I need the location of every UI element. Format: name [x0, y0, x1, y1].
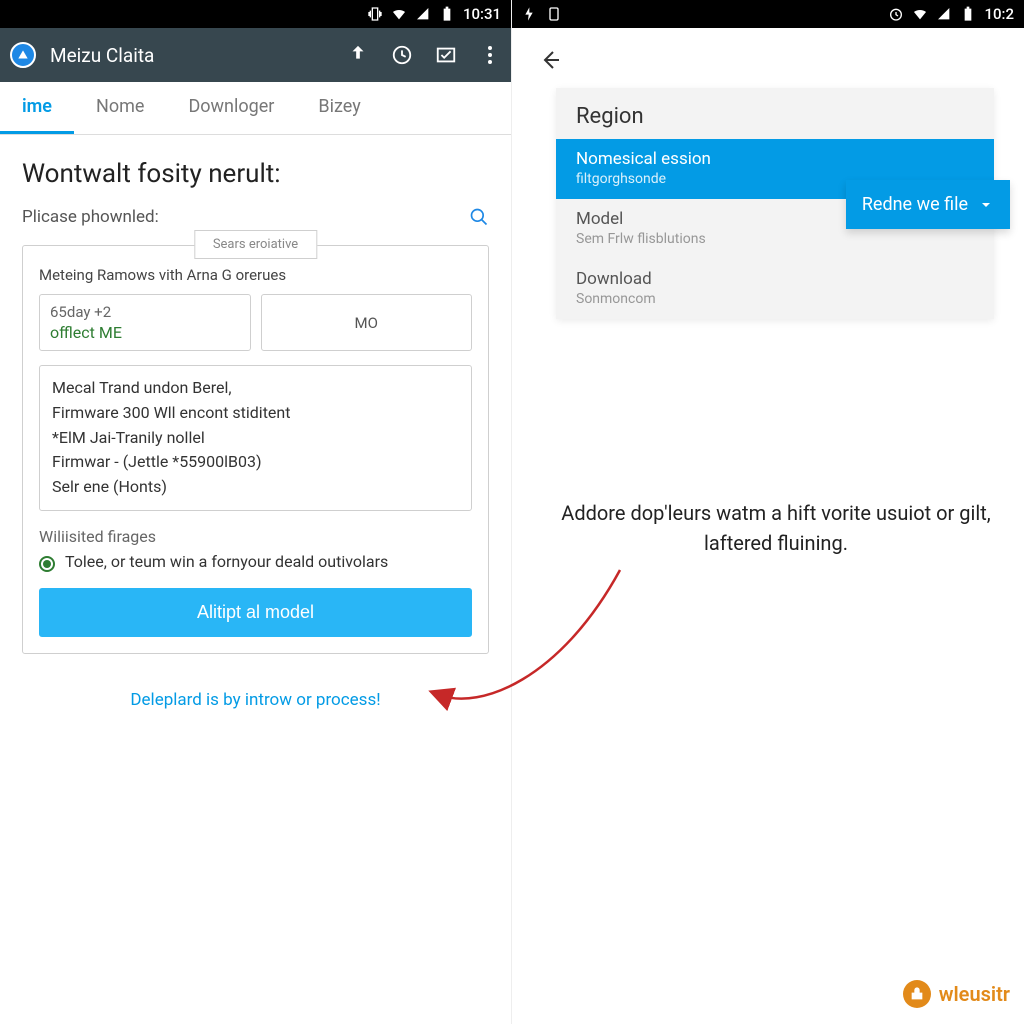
watermark-text: wleusitr	[939, 982, 1010, 1006]
caption-text: Addore dop'leurs watm a hift vorite usui…	[552, 498, 1000, 558]
search-row: Plicase phownled:	[22, 207, 489, 227]
section-title: Wiliisited firages	[39, 527, 472, 546]
pill-tab[interactable]: Sears eroiative	[194, 230, 317, 259]
field-date[interactable]: 65day +2 offlect ME	[39, 294, 251, 351]
list-item: Mecal Trand undon Berel,	[52, 376, 459, 401]
card-subtitle: Meteing Ramows vith Arna G orerues	[39, 266, 472, 284]
list-item: Firmware 300 Wll encont stiditent	[52, 401, 459, 426]
option-title: Download	[576, 269, 974, 289]
option-subtitle: Sem Frlw flisblutions	[576, 231, 974, 247]
battery-icon	[439, 6, 455, 22]
search-label: Plicase phownled:	[22, 207, 159, 227]
option-subtitle: Sonmoncom	[576, 291, 974, 307]
sheet-option[interactable]: Download Sonmoncom	[556, 259, 994, 319]
app-bar: Meizu Claita	[0, 28, 511, 82]
history-icon[interactable]	[391, 44, 413, 66]
sheet-title: Region	[556, 88, 994, 139]
search-icon[interactable]	[469, 207, 489, 227]
inbox-icon[interactable]	[435, 44, 457, 66]
tab-bizey[interactable]: Bizey	[296, 82, 382, 134]
list-item: Firmwar - (Jettle *55900lB03)	[52, 450, 459, 475]
vibrate-icon	[367, 6, 383, 22]
sim-icon	[546, 6, 562, 22]
alarm-icon	[888, 6, 904, 22]
watermark-icon	[903, 980, 931, 1008]
clock-text: 10:2	[984, 5, 1014, 23]
option-title: Nomesical ession	[576, 149, 974, 169]
overflow-menu-icon[interactable]	[479, 44, 501, 66]
chevron-down-icon	[978, 197, 994, 213]
tab-nome[interactable]: Nome	[74, 82, 166, 134]
region-sheet: Region Nomesical ession filtgorghsonde M…	[556, 88, 994, 319]
back-button[interactable]	[536, 46, 564, 74]
signal-icon	[415, 6, 431, 22]
primary-button[interactable]: Alitipt al model	[39, 588, 472, 637]
brand-icon	[10, 42, 36, 68]
radio-checked-icon	[39, 556, 55, 572]
field-date-top: 65day +2	[50, 303, 240, 321]
right-body: Region Nomesical ession filtgorghsonde M…	[512, 28, 1024, 1024]
tab-ime[interactable]: ime	[0, 82, 74, 134]
tab-downloger[interactable]: Downloger	[166, 82, 296, 134]
field-mo-label: MO	[355, 314, 378, 332]
tab-strip: ime Nome Downloger Bizey	[0, 82, 511, 135]
status-bar: 10:2	[512, 0, 1024, 28]
option-label: Tolee, or teum win a fornyour deald outi…	[65, 552, 388, 571]
option-row[interactable]: Tolee, or teum win a fornyour deald outi…	[39, 552, 472, 572]
status-bar: 10:31	[0, 0, 511, 28]
share-icon[interactable]	[347, 44, 369, 66]
list-item: Selr ene (Honts)	[52, 475, 459, 500]
battery-icon	[960, 6, 976, 22]
signal-icon	[936, 6, 952, 22]
footer-link[interactable]: Deleplard is by introw or process!	[22, 672, 489, 732]
form-card: Sears eroiative Meteing Ramows vith Arna…	[22, 245, 489, 654]
field-mo[interactable]: MO	[261, 294, 473, 351]
clock-text: 10:31	[463, 5, 501, 23]
details-list: Mecal Trand undon Berel, Firmware 300 Wl…	[39, 365, 472, 511]
headline: Wontwalt fosity nerult:	[22, 159, 489, 189]
site-watermark: wleusitr	[903, 980, 1010, 1008]
wifi-icon	[391, 6, 407, 22]
list-item: *ElM Jai-Tranily nollel	[52, 426, 459, 451]
right-device: 10:2 Region Nomesical ession filtgorghso…	[512, 0, 1024, 1024]
bolt-icon	[522, 6, 538, 22]
app-title: Meizu Claita	[50, 44, 333, 67]
dropdown-label: Redne we file	[862, 194, 968, 215]
left-device: 10:31 Meizu Claita	[0, 0, 512, 1024]
dropdown-button[interactable]: Redne we file	[846, 180, 1010, 229]
left-body: Wontwalt fosity nerult: Plicase phownled…	[0, 135, 511, 1024]
wifi-icon	[912, 6, 928, 22]
field-date-bot: offlect ME	[50, 323, 240, 342]
